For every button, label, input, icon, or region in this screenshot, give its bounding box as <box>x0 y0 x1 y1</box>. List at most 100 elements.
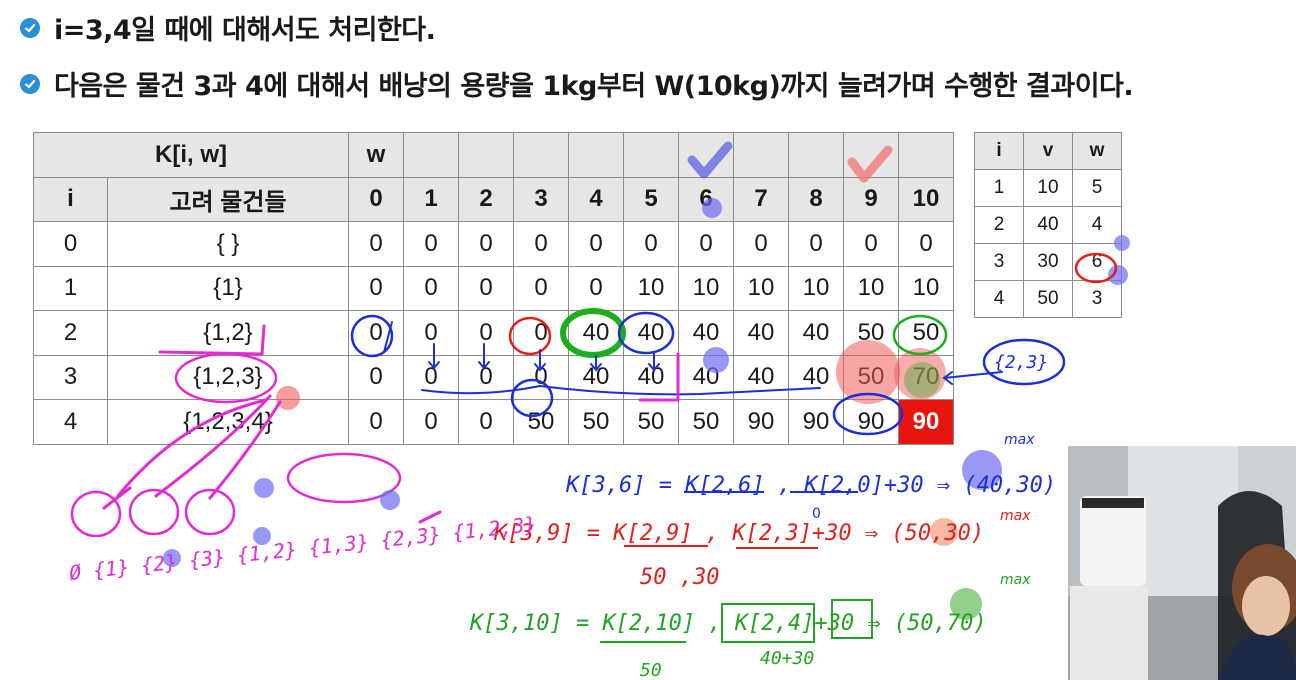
table-cell: 0 <box>898 221 954 267</box>
check-circle-icon <box>20 73 40 94</box>
table-cell: 0 <box>348 221 404 267</box>
item-cell: 3 <box>974 243 1024 281</box>
table-cell: 50 <box>513 399 569 445</box>
table-cell: 40 <box>568 354 624 400</box>
row-i: 2 <box>33 310 108 356</box>
green-max-label: max <box>1000 572 1031 588</box>
table-cell: 10 <box>788 265 844 311</box>
table-cell: 10 <box>733 265 789 311</box>
table-cell: 0 <box>458 310 514 356</box>
bullet-2: 다음은 물건 3과 4에 대해서 배낭의 용량을 1kg부터 W(10kg)까지… <box>20 64 1134 103</box>
table-cell: 0 <box>403 310 459 356</box>
table-cell: 0 <box>513 354 569 400</box>
table-cell: 0 <box>348 310 404 356</box>
blue-highlight-dot <box>254 478 274 498</box>
bullet-1: i=3,4일 때에 대해서도 처리한다. <box>20 8 436 47</box>
item-cell: 4 <box>974 280 1024 318</box>
blue-highlight-blob <box>962 450 1002 490</box>
table-row: 2 {1,2} 0 0 0 0 40 40 40 40 40 50 50 <box>33 310 954 356</box>
row-i: 1 <box>33 265 108 311</box>
item-row: 3 30 6 <box>974 243 1122 281</box>
table-cell: 0 <box>458 221 514 267</box>
bullet-1-text: i=3,4일 때에 대해서도 처리한다. <box>54 15 436 46</box>
check-circle-icon <box>20 17 40 38</box>
magenta-sets-note: Ø {1} {2} {3} {1,2} {1,3} {2,3} {1,2,3} <box>68 512 538 585</box>
w-col-header: 5 <box>623 176 679 222</box>
item-cell: 50 <box>1023 280 1073 318</box>
table-cell: 50 <box>843 354 899 400</box>
red-highlight-blob <box>930 518 958 546</box>
blue-set-note: {2,3} <box>994 352 1048 373</box>
table-cell: 50 <box>568 399 624 445</box>
table-cell: 0 <box>513 265 569 311</box>
w-col-header: 4 <box>568 176 624 222</box>
presenter-webcam <box>1068 446 1296 680</box>
blue-equation: K[3,6] = K[2,6] , K[2,0]+30 ⇒ (40,30) <box>565 473 1056 498</box>
table-cell: 0 <box>843 221 899 267</box>
row-items: {1} <box>107 265 349 311</box>
red-subnote: 50 ,30 <box>640 565 719 590</box>
table-row: 0 { } 0 0 0 0 0 0 0 0 0 0 0 <box>33 221 954 267</box>
row-items: {1,2} <box>107 310 349 356</box>
green-equation: K[3,10] = K[2,10] , K[2,4]+30 ⇒ (50,70) <box>469 611 987 636</box>
webcam-feed-image <box>1068 446 1296 680</box>
item-cell: 6 <box>1072 243 1122 281</box>
equation-underlines <box>600 491 873 643</box>
table-cell: 40 <box>623 310 679 356</box>
item-row: 1 10 5 <box>974 169 1122 207</box>
magenta-set-circles <box>70 452 402 538</box>
item-cell: 10 <box>1023 169 1073 207</box>
w-col-header: 1 <box>403 176 459 222</box>
header-k-iw: K[i, w] <box>33 132 349 178</box>
table-cell: 40 <box>788 310 844 356</box>
item-table-header: i v w <box>974 132 1122 170</box>
blue-zero-mark: 0 <box>812 506 821 522</box>
red-equation: K[3,9] = K[2,9] , K[2,3]+30 ⇒ (50,30) <box>493 521 984 546</box>
table-cell: 0 <box>458 354 514 400</box>
table-row: 3 {1,2,3} 0 0 0 0 40 40 40 40 40 50 70 <box>33 354 954 400</box>
row-i: 0 <box>33 221 108 267</box>
table-cell: 0 <box>403 354 459 400</box>
w-col-header: 8 <box>788 176 844 222</box>
item-row: 4 50 3 <box>974 280 1122 318</box>
item-cell: 4 <box>1072 206 1122 244</box>
item-cell: 5 <box>1072 169 1122 207</box>
table-header-row-1: K[i, w] w <box>33 132 954 178</box>
table-cell: 0 <box>403 221 459 267</box>
blue-highlight-dot <box>380 490 400 510</box>
header-i: i <box>33 176 108 222</box>
table-cell: 0 <box>513 310 569 356</box>
row-items: {1,2,3} <box>107 354 349 400</box>
item-header-i: i <box>974 132 1024 170</box>
w-col-header: 7 <box>733 176 789 222</box>
item-cell: 2 <box>974 206 1024 244</box>
row-items: {1,2,3,4} <box>107 399 349 445</box>
blue-highlight-dot <box>163 549 181 567</box>
table-row: 1 {1} 0 0 0 0 0 10 10 10 10 10 10 <box>33 265 954 311</box>
table-cell: 90 <box>843 399 899 445</box>
item-cell: 1 <box>974 169 1024 207</box>
green-subnote: 40+30 <box>760 648 814 669</box>
knapsack-dp-table: K[i, w] w i 고려 물건들 0 1 2 3 4 5 6 7 8 9 1… <box>33 132 954 445</box>
header-w: w <box>348 132 404 178</box>
table-cell: 40 <box>788 354 844 400</box>
table-cell: 50 <box>898 310 954 356</box>
table-cell: 40 <box>623 354 679 400</box>
item-row: 2 40 4 <box>974 206 1122 244</box>
green-highlight-blob <box>950 588 982 620</box>
table-cell: 40 <box>733 310 789 356</box>
table-cell: 0 <box>678 221 734 267</box>
table-cell: 10 <box>678 265 734 311</box>
table-cell: 50 <box>678 399 734 445</box>
final-answer-cell: 90 <box>898 399 954 445</box>
table-cell: 0 <box>623 221 679 267</box>
w-col-header: 9 <box>843 176 899 222</box>
bullet-2-text: 다음은 물건 3과 4에 대해서 배낭의 용량을 1kg부터 W(10kg)까지… <box>54 71 1134 102</box>
item-header-v: v <box>1023 132 1073 170</box>
table-cell: 50 <box>623 399 679 445</box>
item-cell: 40 <box>1023 206 1073 244</box>
w-col-header: 6 <box>678 176 734 222</box>
item-cell: 30 <box>1023 243 1073 281</box>
table-cell: 10 <box>623 265 679 311</box>
table-header-row-2: i 고려 물건들 0 1 2 3 4 5 6 7 8 9 10 <box>33 176 954 222</box>
